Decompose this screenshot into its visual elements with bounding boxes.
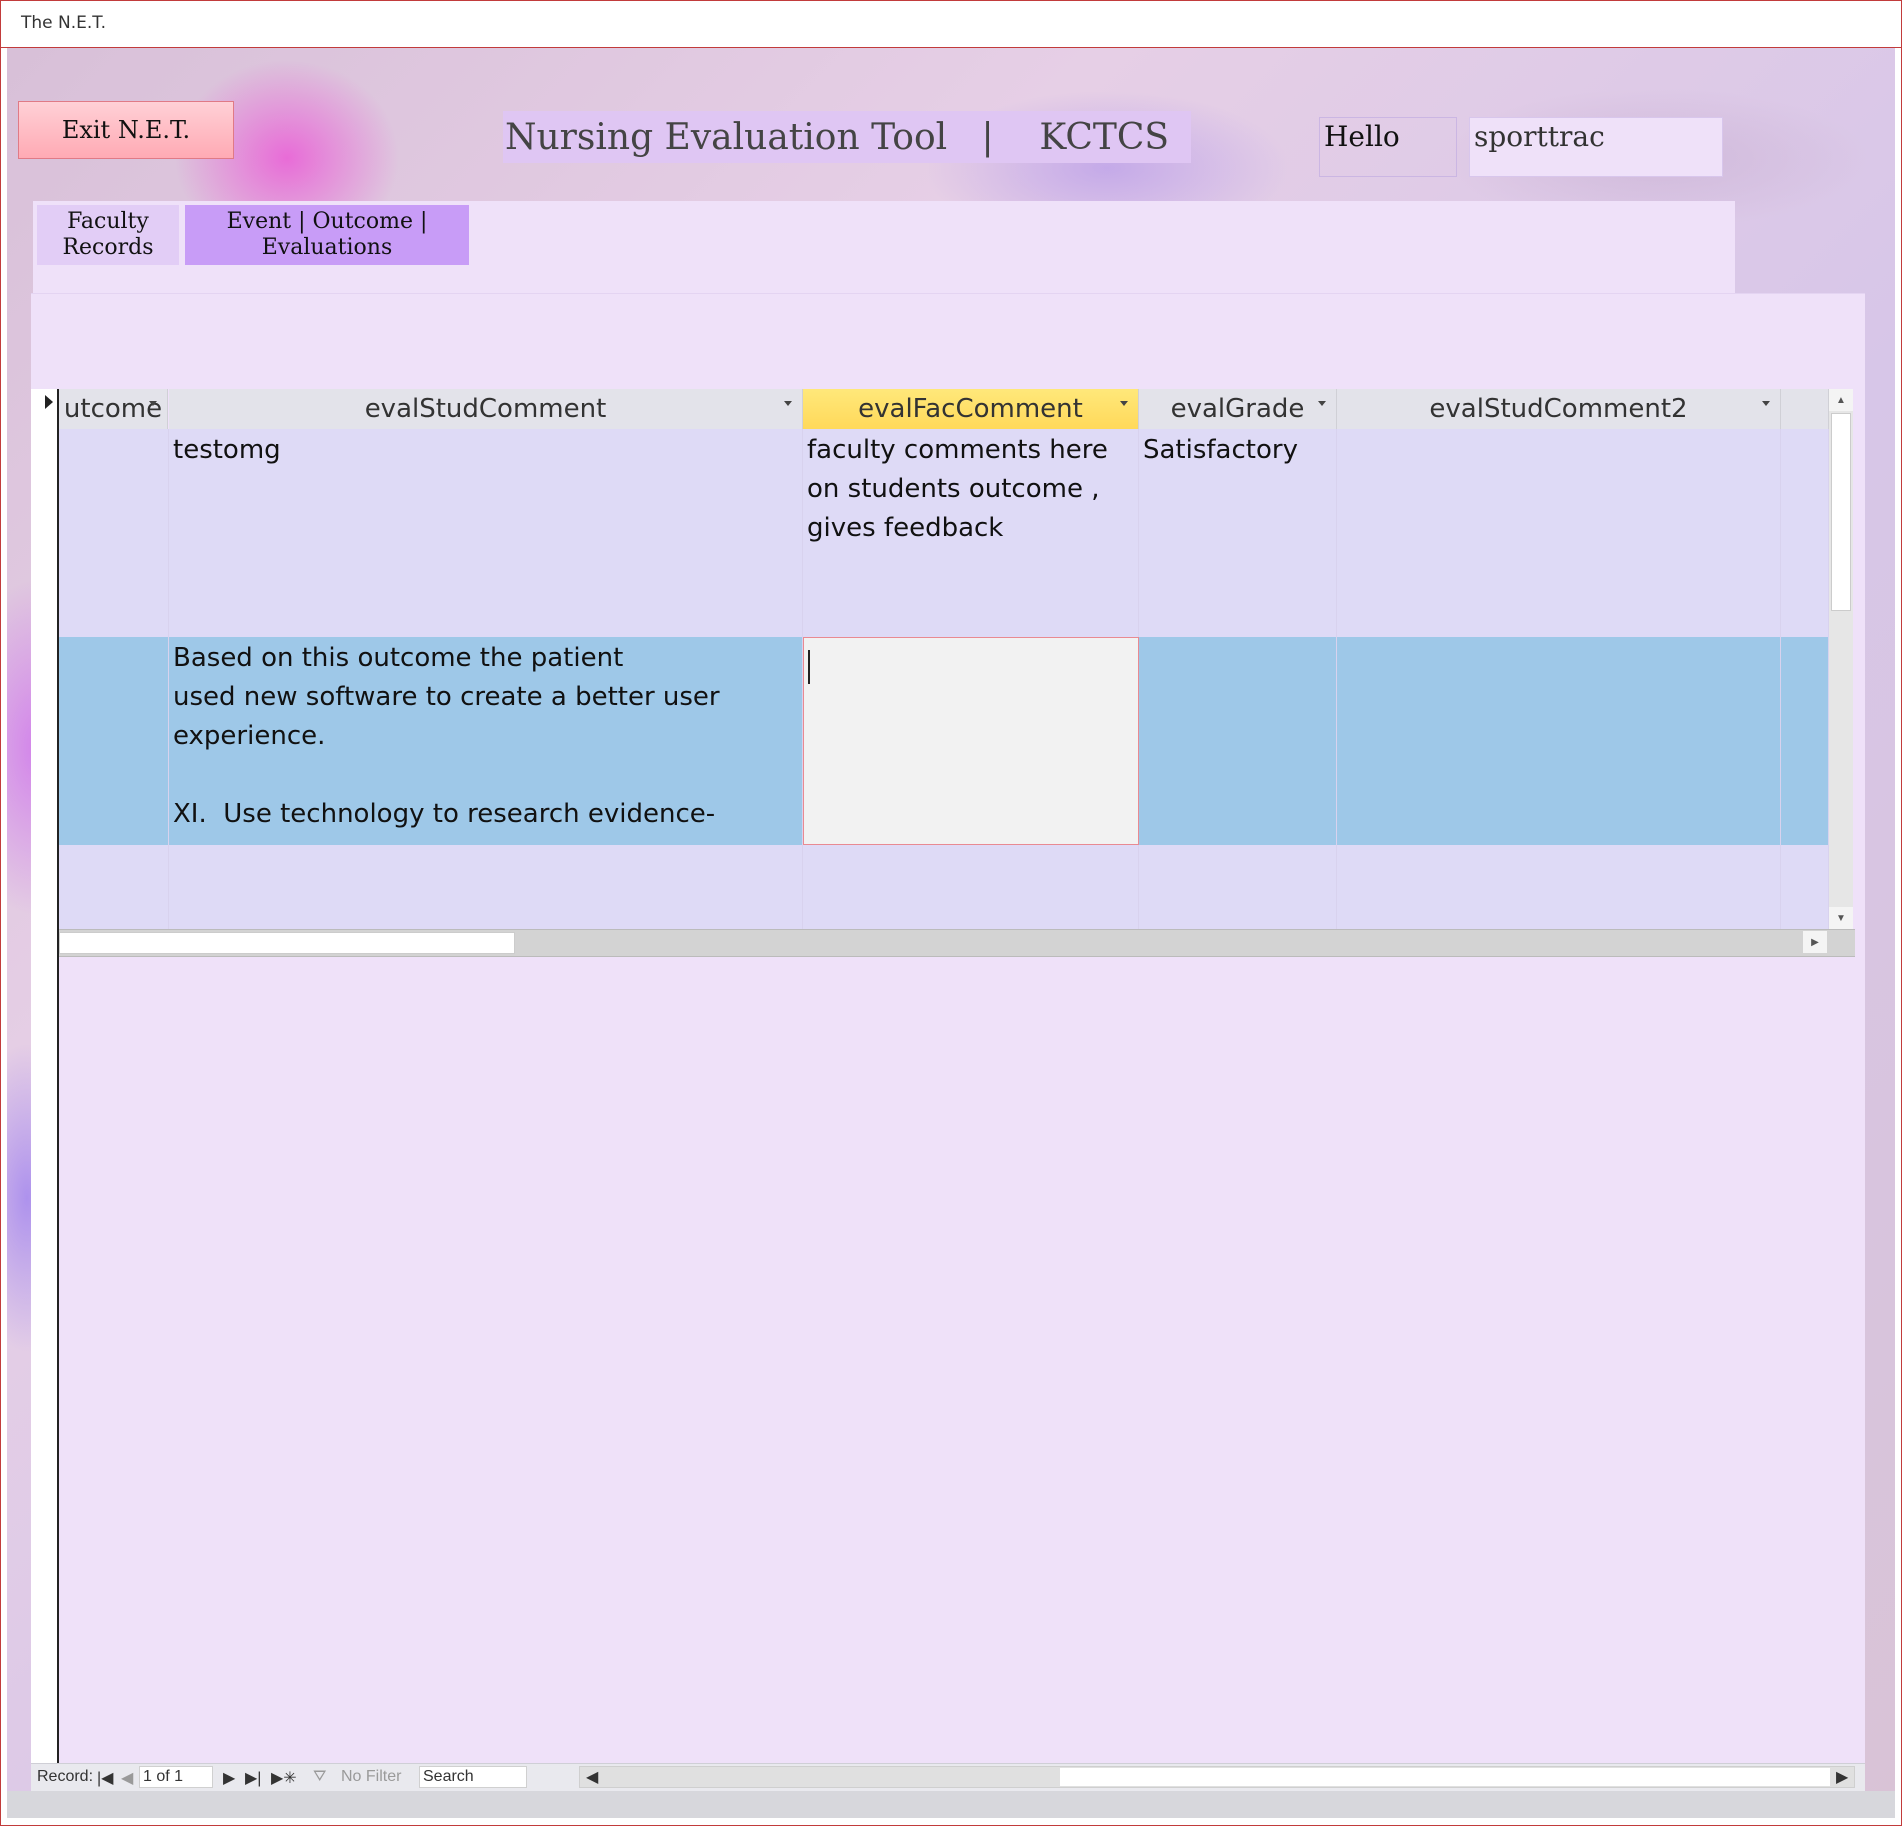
horizontal-scrollbar[interactable]: ▶ [59, 929, 1855, 957]
form-horizontal-scroll-thumb[interactable] [1060, 1768, 1830, 1786]
evalfaccomment-edit-field[interactable] [803, 637, 1139, 845]
text-caret [808, 650, 810, 684]
cell-evalgrade[interactable]: Satisfactory [1139, 429, 1337, 637]
tab-event-outcome-evaluations[interactable]: Event | Outcome | Evaluations [185, 205, 469, 265]
username-field[interactable]: sporttrac [1469, 117, 1723, 177]
cell-evalstudcomment[interactable]: testomg [169, 429, 803, 637]
status-strip [7, 1791, 1895, 1818]
column-header-outcome[interactable]: utcome [59, 389, 168, 429]
app-title: Nursing Evaluation Tool | KCTCS [503, 111, 1191, 163]
tab-strip: Faculty Records Event | Outcome | Evalua… [33, 201, 1735, 293]
record-position-field[interactable]: 1 of 1 [139, 1766, 213, 1788]
record-label: Record: [37, 1768, 94, 1785]
first-record-icon[interactable]: |◀ [97, 1768, 113, 1788]
record-navigation-bar: Record: |◀ ◀ 1 of 1 ▶ ▶| ▶✳ ⛛ No Filter … [31, 1763, 1865, 1792]
column-header-evalfaccomment[interactable]: evalFacComment [803, 389, 1139, 429]
cell-outcome[interactable] [59, 429, 169, 637]
cell-evalstudcomment[interactable]: Based on this outcome the patient used n… [169, 637, 803, 845]
no-filter-button[interactable]: No Filter [341, 1768, 401, 1786]
dropdown-arrow-icon[interactable] [784, 401, 792, 406]
column-header-label: evalStudComment [364, 394, 607, 424]
cell-overflow[interactable] [1781, 637, 1829, 845]
column-header-label: evalFacComment [858, 394, 1083, 424]
next-record-icon[interactable]: ▶ [223, 1768, 235, 1788]
column-header-label: evalGrade [1170, 394, 1305, 424]
cell-outcome[interactable] [59, 637, 169, 845]
exit-button[interactable]: Exit N.E.T. [18, 101, 234, 159]
column-header-evalstudcomment[interactable]: evalStudComment [169, 389, 803, 429]
app-window: The N.E.T. Exit N.E.T. Nursing Evaluatio… [0, 0, 1902, 1826]
cell-outcome[interactable] [59, 845, 169, 929]
scroll-down-icon[interactable]: ▼ [1829, 907, 1853, 929]
cell-evalstudcomment2[interactable] [1337, 429, 1781, 637]
datasheet-grid: utcome evalStudComment evalFacComment ev… [31, 389, 1865, 957]
scroll-right-icon[interactable]: ▶ [1836, 1767, 1848, 1787]
form-horizontal-scrollbar[interactable]: ◀ ▶ [579, 1766, 1855, 1788]
column-header-evalstudcomment2[interactable]: evalStudComment2 [1337, 389, 1781, 429]
vertical-scrollbar[interactable]: ▲ ▼ [1829, 389, 1853, 929]
new-record-icon[interactable]: ▶✳ [271, 1768, 297, 1788]
scroll-right-icon[interactable]: ▶ [1803, 931, 1827, 953]
scroll-up-icon[interactable]: ▲ [1829, 389, 1853, 411]
dropdown-arrow-icon[interactable] [149, 401, 157, 406]
tab-label-line1: Event | Outcome | [226, 209, 428, 234]
title-bar: The N.E.T. [1, 1, 1901, 48]
search-input[interactable]: Search [419, 1766, 527, 1788]
cell-evalfaccomment[interactable]: faculty comments here on students outcom… [803, 429, 1139, 637]
column-header-label: evalStudComment2 [1429, 394, 1688, 424]
tab-label-line2: Records [62, 235, 154, 260]
tab-label-line2: Evaluations [261, 235, 393, 260]
tab-label-line1: Faculty [67, 209, 149, 234]
dropdown-arrow-icon[interactable] [1318, 401, 1326, 406]
filter-icon[interactable]: ⛛ [313, 1768, 326, 1786]
column-header-label: utcome [63, 394, 163, 424]
cell-evalgrade[interactable] [1139, 845, 1337, 929]
column-header-overflow[interactable] [1781, 389, 1829, 429]
dropdown-arrow-icon[interactable] [1120, 401, 1128, 406]
cell-evalstudcomment2[interactable] [1337, 637, 1781, 845]
cell-overflow[interactable] [1781, 429, 1829, 637]
tab-faculty-records[interactable]: Faculty Records [37, 205, 179, 265]
prev-record-icon[interactable]: ◀ [121, 1768, 133, 1788]
horizontal-scroll-thumb[interactable] [59, 932, 515, 954]
scroll-left-icon[interactable]: ◀ [586, 1767, 598, 1787]
cell-evalgrade[interactable] [1139, 637, 1337, 845]
last-record-icon[interactable]: ▶| [245, 1768, 261, 1788]
cell-evalstudcomment2[interactable] [1337, 845, 1781, 929]
cell-evalfaccomment[interactable] [803, 845, 1139, 929]
column-header-evalgrade[interactable]: evalGrade [1139, 389, 1337, 429]
cell-overflow[interactable] [1781, 845, 1829, 929]
window-title: The N.E.T. [21, 13, 107, 33]
cell-evalstudcomment[interactable] [169, 845, 803, 929]
dropdown-arrow-icon[interactable] [1762, 401, 1770, 406]
hello-label: Hello [1319, 117, 1457, 177]
vertical-scroll-thumb[interactable] [1831, 413, 1851, 611]
